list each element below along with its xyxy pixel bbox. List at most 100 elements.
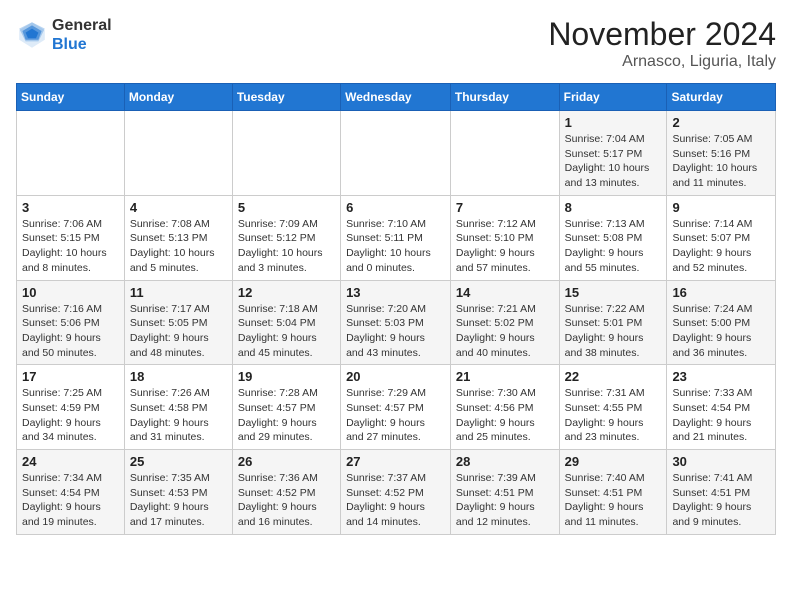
- calendar-day-cell: 4 Sunrise: 7:08 AM Sunset: 5:13 PM Daylig…: [124, 195, 232, 280]
- day-number: 24: [22, 454, 119, 469]
- calendar-day-cell: 20Sunrise: 7:29 AM Sunset: 4:57 PM Dayli…: [341, 365, 451, 450]
- day-info: Sunrise: 7:37 AM Sunset: 4:52 PM Dayligh…: [346, 471, 445, 530]
- day-number: 10: [22, 285, 119, 300]
- calendar-day-cell: 8 Sunrise: 7:13 AM Sunset: 5:08 PM Daylig…: [559, 195, 667, 280]
- day-info: Sunrise: 7:33 AM Sunset: 4:54 PM Dayligh…: [672, 386, 770, 445]
- empty-day-cell: [450, 111, 559, 196]
- day-info: Sunrise: 7:29 AM Sunset: 4:57 PM Dayligh…: [346, 386, 445, 445]
- day-number: 23: [672, 369, 770, 384]
- day-number: 17: [22, 369, 119, 384]
- day-info: Sunrise: 7:18 AM Sunset: 5:04 PM Dayligh…: [238, 302, 335, 361]
- calendar-day-cell: 25 Sunrise: 7:35 AM Sunset: 4:53 PM Dayli…: [124, 450, 232, 535]
- calendar-day-cell: 1Sunrise: 7:04 AM Sunset: 5:17 PM Daylig…: [559, 111, 667, 196]
- day-info: Sunrise: 7:31 AM Sunset: 4:55 PM Dayligh…: [565, 386, 662, 445]
- calendar-day-cell: 23 Sunrise: 7:33 AM Sunset: 4:54 PM Dayli…: [667, 365, 776, 450]
- day-number: 25: [130, 454, 227, 469]
- day-info: Sunrise: 7:08 AM Sunset: 5:13 PM Dayligh…: [130, 217, 227, 276]
- empty-day-cell: [124, 111, 232, 196]
- day-number: 12: [238, 285, 335, 300]
- calendar-week-row: 10 Sunrise: 7:16 AM Sunset: 5:06 PM Dayli…: [17, 280, 776, 365]
- day-number: 6: [346, 200, 445, 215]
- weekday-header-saturday: Saturday: [667, 84, 776, 111]
- day-info: Sunrise: 7:35 AM Sunset: 4:53 PM Dayligh…: [130, 471, 227, 530]
- day-info: Sunrise: 7:13 AM Sunset: 5:08 PM Dayligh…: [565, 217, 662, 276]
- day-number: 14: [456, 285, 554, 300]
- day-info: Sunrise: 7:36 AM Sunset: 4:52 PM Dayligh…: [238, 471, 335, 530]
- day-info: Sunrise: 7:20 AM Sunset: 5:03 PM Dayligh…: [346, 302, 445, 361]
- calendar-day-cell: 30 Sunrise: 7:41 AM Sunset: 4:51 PM Dayli…: [667, 450, 776, 535]
- day-number: 21: [456, 369, 554, 384]
- empty-day-cell: [17, 111, 125, 196]
- day-number: 22: [565, 369, 662, 384]
- logo-icon: [16, 19, 48, 51]
- day-info: Sunrise: 7:06 AM Sunset: 5:15 PM Dayligh…: [22, 217, 119, 276]
- day-info: Sunrise: 7:14 AM Sunset: 5:07 PM Dayligh…: [672, 217, 770, 276]
- calendar-day-cell: 5Sunrise: 7:09 AM Sunset: 5:12 PM Daylig…: [232, 195, 340, 280]
- day-number: 26: [238, 454, 335, 469]
- day-info: Sunrise: 7:16 AM Sunset: 5:06 PM Dayligh…: [22, 302, 119, 361]
- day-info: Sunrise: 7:09 AM Sunset: 5:12 PM Dayligh…: [238, 217, 335, 276]
- day-info: Sunrise: 7:40 AM Sunset: 4:51 PM Dayligh…: [565, 471, 662, 530]
- empty-day-cell: [341, 111, 451, 196]
- calendar-day-cell: 7 Sunrise: 7:12 AM Sunset: 5:10 PM Daylig…: [450, 195, 559, 280]
- day-number: 1: [565, 115, 662, 130]
- day-number: 4: [130, 200, 227, 215]
- calendar-day-cell: 14Sunrise: 7:21 AM Sunset: 5:02 PM Dayli…: [450, 280, 559, 365]
- calendar-week-row: 24 Sunrise: 7:34 AM Sunset: 4:54 PM Dayli…: [17, 450, 776, 535]
- logo-general: General: [52, 16, 112, 35]
- title-section: November 2024 Arnasco, Liguria, Italy: [548, 16, 776, 71]
- day-info: Sunrise: 7:25 AM Sunset: 4:59 PM Dayligh…: [22, 386, 119, 445]
- logo-blue: Blue: [52, 35, 112, 54]
- calendar-week-row: 17 Sunrise: 7:25 AM Sunset: 4:59 PM Dayli…: [17, 365, 776, 450]
- day-number: 15: [565, 285, 662, 300]
- calendar-day-cell: 24 Sunrise: 7:34 AM Sunset: 4:54 PM Dayli…: [17, 450, 125, 535]
- day-number: 27: [346, 454, 445, 469]
- day-info: Sunrise: 7:12 AM Sunset: 5:10 PM Dayligh…: [456, 217, 554, 276]
- day-info: Sunrise: 7:39 AM Sunset: 4:51 PM Dayligh…: [456, 471, 554, 530]
- day-info: Sunrise: 7:17 AM Sunset: 5:05 PM Dayligh…: [130, 302, 227, 361]
- calendar-day-cell: 21Sunrise: 7:30 AM Sunset: 4:56 PM Dayli…: [450, 365, 559, 450]
- location-subtitle: Arnasco, Liguria, Italy: [548, 53, 776, 71]
- weekday-header-row: SundayMondayTuesdayWednesdayThursdayFrid…: [17, 84, 776, 111]
- day-number: 13: [346, 285, 445, 300]
- day-number: 18: [130, 369, 227, 384]
- calendar-day-cell: 13 Sunrise: 7:20 AM Sunset: 5:03 PM Dayli…: [341, 280, 451, 365]
- day-number: 28: [456, 454, 554, 469]
- day-info: Sunrise: 7:41 AM Sunset: 4:51 PM Dayligh…: [672, 471, 770, 530]
- day-number: 19: [238, 369, 335, 384]
- day-number: 30: [672, 454, 770, 469]
- day-number: 29: [565, 454, 662, 469]
- day-number: 7: [456, 200, 554, 215]
- day-number: 8: [565, 200, 662, 215]
- month-title: November 2024: [548, 16, 776, 53]
- calendar-day-cell: 19Sunrise: 7:28 AM Sunset: 4:57 PM Dayli…: [232, 365, 340, 450]
- calendar-day-cell: 6Sunrise: 7:10 AM Sunset: 5:11 PM Daylig…: [341, 195, 451, 280]
- day-info: Sunrise: 7:05 AM Sunset: 5:16 PM Dayligh…: [672, 132, 770, 191]
- weekday-header-thursday: Thursday: [450, 84, 559, 111]
- calendar-day-cell: 18 Sunrise: 7:26 AM Sunset: 4:58 PM Dayli…: [124, 365, 232, 450]
- calendar-day-cell: 27 Sunrise: 7:37 AM Sunset: 4:52 PM Dayli…: [341, 450, 451, 535]
- calendar-day-cell: 3 Sunrise: 7:06 AM Sunset: 5:15 PM Daylig…: [17, 195, 125, 280]
- calendar-day-cell: 26 Sunrise: 7:36 AM Sunset: 4:52 PM Dayli…: [232, 450, 340, 535]
- day-number: 11: [130, 285, 227, 300]
- calendar-day-cell: 10 Sunrise: 7:16 AM Sunset: 5:06 PM Dayli…: [17, 280, 125, 365]
- calendar-day-cell: 9 Sunrise: 7:14 AM Sunset: 5:07 PM Daylig…: [667, 195, 776, 280]
- day-info: Sunrise: 7:34 AM Sunset: 4:54 PM Dayligh…: [22, 471, 119, 530]
- weekday-header-tuesday: Tuesday: [232, 84, 340, 111]
- calendar-day-cell: 29 Sunrise: 7:40 AM Sunset: 4:51 PM Dayli…: [559, 450, 667, 535]
- calendar-table: SundayMondayTuesdayWednesdayThursdayFrid…: [16, 83, 776, 535]
- day-info: Sunrise: 7:24 AM Sunset: 5:00 PM Dayligh…: [672, 302, 770, 361]
- weekday-header-sunday: Sunday: [17, 84, 125, 111]
- calendar-day-cell: 15Sunrise: 7:22 AM Sunset: 5:01 PM Dayli…: [559, 280, 667, 365]
- page-header: General Blue November 2024 Arnasco, Ligu…: [16, 16, 776, 71]
- day-number: 2: [672, 115, 770, 130]
- day-info: Sunrise: 7:26 AM Sunset: 4:58 PM Dayligh…: [130, 386, 227, 445]
- calendar-day-cell: 2 Sunrise: 7:05 AM Sunset: 5:16 PM Daylig…: [667, 111, 776, 196]
- day-number: 9: [672, 200, 770, 215]
- calendar-day-cell: 11 Sunrise: 7:17 AM Sunset: 5:05 PM Dayli…: [124, 280, 232, 365]
- calendar-day-cell: 12 Sunrise: 7:18 AM Sunset: 5:04 PM Dayli…: [232, 280, 340, 365]
- calendar-day-cell: 22 Sunrise: 7:31 AM Sunset: 4:55 PM Dayli…: [559, 365, 667, 450]
- weekday-header-friday: Friday: [559, 84, 667, 111]
- calendar-day-cell: 17 Sunrise: 7:25 AM Sunset: 4:59 PM Dayli…: [17, 365, 125, 450]
- day-number: 3: [22, 200, 119, 215]
